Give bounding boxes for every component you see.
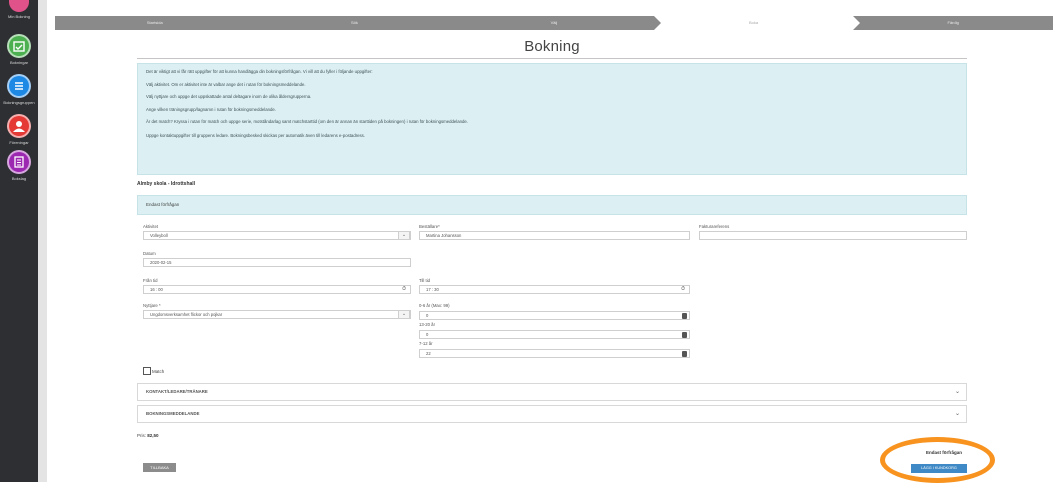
user-value: Ungdomsverksamhet flickor och pojkar [150,312,223,317]
info-line: Är det match? Kryssa i rutan för match o… [146,119,468,125]
user-select[interactable]: Ungdomsverksamhet flickor och pojkar ⌄ [143,310,411,319]
page-title: Bokning [524,38,580,55]
sidebar: Min Bokning Bokningar Bokningsgruppen Fö… [0,0,38,482]
orderer-input[interactable]: Martina Johansson [419,231,690,240]
sidebar-item-associations[interactable]: Föreningar [0,114,38,145]
step-arrow [254,16,262,30]
orderer-value: Martina Johansson [426,233,462,238]
match-checkbox[interactable] [143,367,151,375]
only-request-label: Endast förfrågan [926,450,963,455]
date-value: 2020-02-15 [150,260,172,265]
age-7-12-value: 22 [426,351,431,356]
sidebar-item-label: Min Bokning [7,14,30,19]
calendar-check-icon [7,34,31,58]
date-input[interactable]: 2020-02-15 [143,258,411,267]
users-icon [7,114,31,138]
match-label: Match [152,368,165,374]
sidebar-item-my-booking[interactable]: Min Bokning [0,0,38,19]
info-box: Det är viktigt att vi får rätt uppgifter… [137,63,967,175]
step-arrow [454,16,462,30]
spinner-icon[interactable] [682,313,687,319]
info-line: Det är viktigt att vi får rätt uppgifter… [146,69,373,74]
to-time-label: Till tid [419,278,431,283]
clock-icon[interactable]: ⏱ [681,286,685,293]
to-time-value: 17 : 30 [426,287,439,292]
chevron-down-icon[interactable]: ⌄ [398,231,410,240]
step-arrow [853,16,861,30]
spinner-icon[interactable] [682,332,687,338]
section-header: Endast förfrågan [137,195,967,215]
document-icon [7,150,31,174]
from-time-input[interactable]: 16 : 00 ⏱ [143,285,411,294]
step-book[interactable]: Boka [653,16,861,30]
step-select[interactable]: Välj [454,16,661,30]
step-label: Välj [550,20,558,25]
invoice-ref-label: Fakturareferens [699,224,730,229]
age-13-20-label: 13-20 år [419,322,436,327]
accordion-contact-label: KONTAKT/LEDARE/TRÄNARE [146,389,208,394]
price-value: 82,50 [147,433,159,438]
accordion-message-label: BOKNINGSMEDDELANDE [146,411,200,416]
age-13-20-input[interactable]: 0 [419,330,690,339]
invoice-ref-input[interactable] [699,231,967,240]
age-0-6-input[interactable]: 0 [419,311,690,320]
step-label: Sök [350,20,358,25]
age-0-6-label: 0-6 år (Max: 99) [419,303,450,308]
sidebar-item-label: Bokningar [9,60,28,65]
sidebar-item-booking-group[interactable]: Bokningsgruppen [0,74,38,105]
calendar-icon [9,0,29,12]
info-line: Välj nyttjare och uppge det uppskattade … [146,94,312,100]
back-button[interactable]: TILLBAKA [143,463,176,472]
activity-label: Aktivitet [143,224,159,229]
match-checkbox-row[interactable]: Match [143,367,164,375]
date-label: Datum [143,251,156,256]
age-13-20-value: 0 [426,332,429,337]
sidebar-item-label: Bokslag [11,176,27,181]
info-line: Välj aktivitet. Om er aktivitet inte är … [146,81,306,87]
progress-steps: Startsida Sök Välj Boka Färdig [55,16,1053,30]
spinner-icon[interactable] [682,351,687,357]
user-label: Nyttjare * [143,303,161,308]
sidebar-item-label: Föreningar [9,140,29,145]
age-7-12-label: 7-12 år [419,341,433,346]
accordion-message[interactable]: BOKNINGSMEDDELANDE ⌄ [137,405,967,423]
add-to-cart-button[interactable]: LÄGG I KUNDKORG [911,464,967,473]
to-time-input[interactable]: 17 : 30 ⏱ [419,285,690,294]
sidebar-item-bookings[interactable]: Bokningar [0,34,38,65]
price: Pris: 82,50 [137,433,159,438]
sidebar-item-bokslag[interactable]: Bokslag [0,150,38,181]
orderer-label: Beställare* [419,224,440,229]
info-line: Uppge kontaktuppgifter till gruppens led… [146,133,366,139]
step-search[interactable]: Sök [254,16,462,30]
chevron-down-icon[interactable]: ⌄ [398,310,410,319]
accordion-contact[interactable]: KONTAKT/LEDARE/TRÄNARE ⌄ [137,383,967,401]
step-start[interactable]: Startsida [55,16,262,30]
chevron-down-icon: ⌄ [954,389,960,395]
price-label: Pris: [137,433,146,438]
from-time-label: Från tid [143,278,158,283]
chevron-down-icon: ⌄ [954,411,960,417]
clock-icon[interactable]: ⏱ [402,286,406,293]
title-divider [137,58,967,59]
highlight-ring [880,437,995,483]
age-7-12-input[interactable]: 22 [419,349,690,358]
info-line: Ange vilken träningsgrupp/lagnamn i ruta… [146,106,276,112]
list-icon [7,74,31,98]
sidebar-gutter [38,0,47,482]
activity-select[interactable]: Volleyboll ⌄ [143,231,411,240]
step-label: Startsida [146,20,163,25]
step-label: Boka [749,20,759,25]
venue-title: Almby skola - Idrottshall [137,181,196,187]
step-label: Färdig [947,20,959,25]
activity-value: Volleyboll [150,233,168,238]
step-done[interactable]: Färdig [853,16,1053,30]
age-0-6-value: 0 [426,313,429,318]
step-arrow [653,16,661,30]
sidebar-item-label: Bokningsgruppen [3,100,35,105]
from-time-value: 16 : 00 [150,287,163,292]
